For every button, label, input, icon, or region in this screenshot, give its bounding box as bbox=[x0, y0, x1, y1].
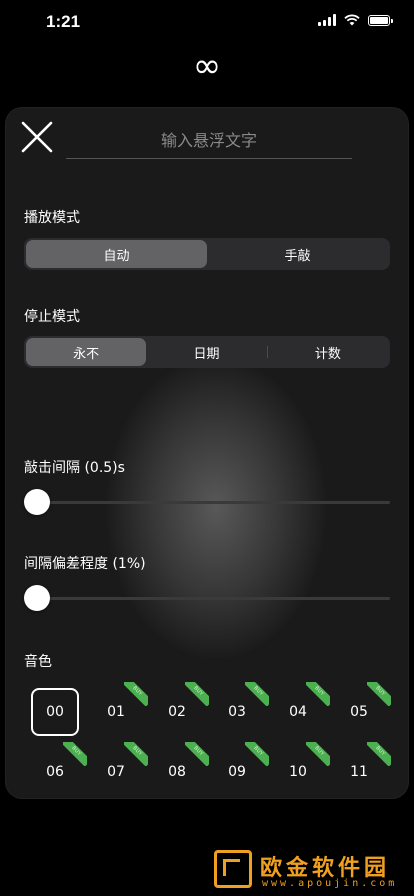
sound-option-02[interactable]: 02 BUY bbox=[153, 682, 209, 736]
buy-ribbon-badge: BUY bbox=[124, 682, 148, 706]
play-mode-segmented-control: 自动 手敲 bbox=[24, 238, 390, 270]
sound-option-04[interactable]: 04 BUY bbox=[274, 682, 330, 736]
sound-option-01[interactable]: 01 BUY bbox=[92, 682, 148, 736]
deviation-label: 间隔偏差程度 (1%) bbox=[24, 556, 146, 572]
sound-option-label: 06 bbox=[46, 764, 64, 780]
sound-option-08[interactable]: 08 BUY bbox=[153, 742, 209, 796]
slider-thumb[interactable] bbox=[24, 585, 50, 611]
buy-badge-text: BUY bbox=[124, 742, 148, 766]
wifi-icon bbox=[344, 14, 360, 26]
close-icon[interactable] bbox=[20, 120, 54, 154]
play-mode-option-auto[interactable]: 自动 bbox=[26, 240, 207, 268]
sound-option-label: 08 bbox=[168, 764, 186, 780]
slider-thumb[interactable] bbox=[24, 489, 50, 515]
sound-option-00[interactable]: 00 bbox=[31, 688, 79, 736]
slider-track bbox=[24, 501, 390, 504]
watermark-logo-icon bbox=[214, 850, 252, 888]
watermark-url: www.apoujin.com bbox=[262, 878, 398, 889]
sound-option-label: 00 bbox=[46, 704, 64, 720]
stop-mode-option-date[interactable]: 日期 bbox=[146, 338, 266, 366]
buy-badge-text: BUY bbox=[306, 742, 330, 766]
buy-ribbon-badge: BUY bbox=[63, 742, 87, 766]
sound-option-03[interactable]: 03 BUY bbox=[213, 682, 269, 736]
sound-option-label: 11 bbox=[350, 764, 368, 780]
settings-panel: 播放模式 自动 手敲 停止模式 永不 日期 计数 敲击间隔 (0.5)s 间隔偏… bbox=[6, 108, 408, 798]
sound-option-label: 09 bbox=[228, 764, 246, 780]
battery-icon bbox=[368, 14, 393, 26]
interval-slider[interactable] bbox=[24, 488, 390, 516]
buy-ribbon-badge: BUY bbox=[367, 742, 391, 766]
buy-badge-text: BUY bbox=[124, 682, 148, 706]
stop-mode-option-count[interactable]: 计数 bbox=[268, 338, 388, 366]
status-bar: 1:21 bbox=[0, 0, 414, 46]
buy-ribbon-badge: BUY bbox=[245, 682, 269, 706]
floating-text-input[interactable] bbox=[66, 122, 352, 159]
buy-ribbon-badge: BUY bbox=[306, 742, 330, 766]
infinity-icon[interactable]: ∞ bbox=[0, 48, 414, 84]
sound-option-label: 03 bbox=[228, 704, 246, 720]
sound-option-11[interactable]: 11 BUY bbox=[335, 742, 391, 796]
buy-badge-text: BUY bbox=[185, 682, 209, 706]
stop-mode-segmented-control: 永不 日期 计数 bbox=[24, 336, 390, 368]
sound-option-10[interactable]: 10 BUY bbox=[274, 742, 330, 796]
status-icons bbox=[318, 14, 393, 26]
buy-ribbon-badge: BUY bbox=[124, 742, 148, 766]
buy-badge-text: BUY bbox=[245, 742, 269, 766]
buy-badge-text: BUY bbox=[367, 682, 391, 706]
sound-label: 音色 bbox=[24, 654, 52, 670]
buy-ribbon-badge: BUY bbox=[185, 682, 209, 706]
buy-badge-text: BUY bbox=[245, 682, 269, 706]
buy-ribbon-badge: BUY bbox=[367, 682, 391, 706]
deviation-slider[interactable] bbox=[24, 584, 390, 612]
sound-option-label: 05 bbox=[350, 704, 368, 720]
sound-option-label: 02 bbox=[168, 704, 186, 720]
sound-option-label: 07 bbox=[107, 764, 125, 780]
buy-badge-text: BUY bbox=[185, 742, 209, 766]
sound-option-06[interactable]: 06 BUY bbox=[31, 742, 87, 796]
buy-badge-text: BUY bbox=[306, 682, 330, 706]
sound-option-label: 10 bbox=[289, 764, 307, 780]
sound-option-label: 04 bbox=[289, 704, 307, 720]
interval-label: 敲击间隔 (0.5)s bbox=[24, 460, 125, 476]
play-mode-label: 播放模式 bbox=[24, 210, 80, 226]
buy-badge-text: BUY bbox=[367, 742, 391, 766]
status-time: 1:21 bbox=[46, 12, 81, 31]
buy-badge-text: BUY bbox=[63, 742, 87, 766]
sound-option-07[interactable]: 07 BUY bbox=[92, 742, 148, 796]
buy-ribbon-badge: BUY bbox=[245, 742, 269, 766]
cellular-signal-icon bbox=[318, 14, 336, 26]
stop-mode-option-never[interactable]: 永不 bbox=[26, 338, 147, 366]
watermark: 欧金软件园 www.apoujin.com bbox=[214, 850, 414, 896]
slider-track bbox=[24, 597, 390, 600]
sound-option-09[interactable]: 09 BUY bbox=[213, 742, 269, 796]
buy-ribbon-badge: BUY bbox=[185, 742, 209, 766]
sound-option-05[interactable]: 05 BUY bbox=[335, 682, 391, 736]
sound-option-label: 01 bbox=[107, 704, 125, 720]
buy-ribbon-badge: BUY bbox=[306, 682, 330, 706]
play-mode-option-manual[interactable]: 手敲 bbox=[207, 240, 388, 268]
stop-mode-label: 停止模式 bbox=[24, 309, 80, 325]
